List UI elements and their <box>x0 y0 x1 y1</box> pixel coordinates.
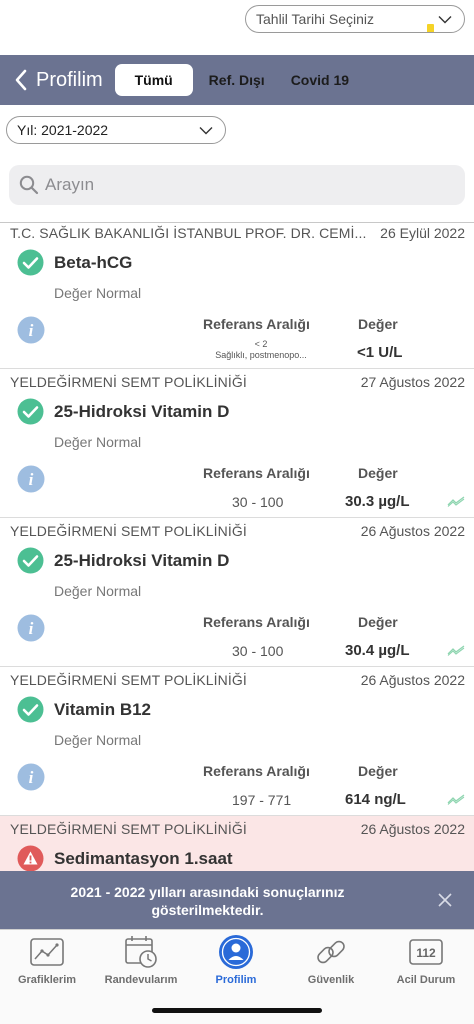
warning-icon <box>17 845 44 872</box>
profile-icon <box>219 935 253 969</box>
reference-range: < 2 Sağlıklı, postmenopo... <box>205 339 317 361</box>
tab-security-label: Güvenlik <box>307 974 355 986</box>
year-select[interactable]: Yıl: 2021-2022 <box>6 116 226 144</box>
test-name: 25-Hidroksi Vitamin D <box>54 402 230 421</box>
trend-chart-icon[interactable] <box>447 495 465 507</box>
reference-range-header: Referans Aralığı <box>203 465 310 481</box>
close-icon[interactable] <box>437 892 453 908</box>
result-date: 26 Ağustos 2022 <box>360 821 465 837</box>
tab-emergency-label: Acil Durum <box>396 974 456 986</box>
results-list: T.C. SAĞLIK BAKANLIĞI İSTANBUL PROF. DR.… <box>0 220 474 965</box>
reference-range-value: 197 - 771 <box>232 792 292 808</box>
search-placeholder: Arayın <box>45 175 95 194</box>
result-card[interactable]: YELDEĞİRMENİ SEMT POLİKLİNİĞİ 27 Ağustos… <box>0 369 474 518</box>
result-value: 30.3 µg/L <box>345 493 410 510</box>
test-name: Vitamin B12 <box>54 700 152 719</box>
institution-name: YELDEĞİRMENİ SEMT POLİKLİNİĞİ <box>10 821 247 837</box>
tab-profile[interactable]: Profilim <box>189 934 283 986</box>
svg-text:i: i <box>29 619 34 638</box>
status-text: Değer Normal <box>54 285 142 301</box>
calendar-clock-icon <box>125 936 157 968</box>
reference-range-header: Referans Aralığı <box>203 316 310 332</box>
test-date-select-value: Tahlil Tarihi Seçiniz <box>256 11 375 27</box>
reference-range-header: Referans Aralığı <box>203 614 310 630</box>
institution-name: T.C. SAĞLIK BAKANLIĞI İSTANBUL PROF. DR.… <box>10 225 367 241</box>
home-indicator <box>152 1008 322 1013</box>
test-name: 25-Hidroksi Vitamin D <box>54 551 230 570</box>
line-chart-icon <box>30 938 64 966</box>
search-input[interactable]: Arayın <box>9 165 465 205</box>
result-card[interactable]: T.C. SAĞLIK BAKANLIĞI İSTANBUL PROF. DR.… <box>0 220 474 369</box>
info-icon[interactable]: i <box>17 614 45 642</box>
link-chain-icon <box>317 940 345 964</box>
result-date: 26 Eylül 2022 <box>380 225 465 241</box>
institution-name: YELDEĞİRMENİ SEMT POLİKLİNİĞİ <box>10 672 247 688</box>
reference-range-value: 30 - 100 <box>232 643 284 659</box>
back-button[interactable]: Profilim <box>14 69 103 92</box>
check-circle-icon <box>17 398 44 425</box>
tab-appointments[interactable]: Randevularım <box>94 934 188 986</box>
check-circle-icon <box>17 249 44 276</box>
status-text: Değer Normal <box>54 583 142 599</box>
segmented-tabs: Tümü Ref. Dışı Covid 19 <box>114 64 359 96</box>
tab-charts[interactable]: Grafiklerim <box>0 934 94 986</box>
value-header: Değer <box>358 614 398 630</box>
result-date: 26 Ağustos 2022 <box>360 523 465 539</box>
chevron-left-icon <box>15 69 27 91</box>
status-text: Değer Normal <box>54 434 142 450</box>
filter-bar: Yıl: 2021-2022 Tahlil Tarihi Seçiniz <box>0 5 474 144</box>
svg-text:i: i <box>29 321 34 340</box>
tab-profile-label: Profilim <box>215 974 257 986</box>
tab-emergency[interactable]: 112 Acil Durum <box>379 934 473 986</box>
result-value: <1 U/L <box>357 344 403 361</box>
test-date-select[interactable]: Tahlil Tarihi Seçiniz <box>245 5 465 33</box>
svg-text:i: i <box>29 470 34 489</box>
result-card[interactable]: YELDEĞİRMENİ SEMT POLİKLİNİĞİ 26 Ağustos… <box>0 667 474 816</box>
result-date: 26 Ağustos 2022 <box>360 672 465 688</box>
tab-appointments-label: Randevularım <box>104 974 178 986</box>
info-toast: 2021 - 2022 yılları arasındaki sonuçları… <box>0 871 474 929</box>
toast-line-2: gösterilmektedir. <box>151 902 264 918</box>
tab-covid[interactable]: Covid 19 <box>281 64 359 96</box>
reference-range-value: < 2 <box>254 339 268 349</box>
trend-chart-icon[interactable] <box>447 793 465 805</box>
trend-chart-icon[interactable] <box>447 644 465 656</box>
chevron-down-icon <box>438 15 452 23</box>
result-card[interactable]: YELDEĞİRMENİ SEMT POLİKLİNİĞİ 26 Ağustos… <box>0 518 474 667</box>
value-header: Değer <box>358 316 398 332</box>
reference-range-value: 30 - 100 <box>232 494 284 510</box>
institution-name: YELDEĞİRMENİ SEMT POLİKLİNİĞİ <box>10 523 247 539</box>
institution-name: YELDEĞİRMENİ SEMT POLİKLİNİĞİ <box>10 374 247 390</box>
reference-range-header: Referans Aralığı <box>203 763 310 779</box>
toast-line-1: 2021 - 2022 yılları arasındaki sonuçları… <box>70 884 345 900</box>
result-value: 30.4 µg/L <box>345 642 410 659</box>
test-name: Sedimantasyon 1.saat <box>54 849 233 868</box>
tab-all[interactable]: Tümü <box>114 64 193 96</box>
check-circle-icon <box>17 696 44 723</box>
tab-charts-label: Grafiklerim <box>17 974 77 986</box>
info-icon[interactable]: i <box>17 316 45 344</box>
year-select-value: Yıl: 2021-2022 <box>17 122 109 138</box>
check-circle-icon <box>17 547 44 574</box>
back-label: Profilim <box>36 68 103 91</box>
chevron-down-icon <box>199 126 213 134</box>
info-icon[interactable]: i <box>17 763 45 791</box>
toast-message: 2021 - 2022 yılları arasındaki sonuçları… <box>0 883 415 919</box>
emergency-112-icon: 112 <box>409 939 443 965</box>
tab-out-of-range[interactable]: Ref. Dışı <box>199 64 275 96</box>
search-icon <box>19 175 39 195</box>
result-date: 27 Ağustos 2022 <box>360 374 465 390</box>
info-icon[interactable]: i <box>17 465 45 493</box>
value-header: Değer <box>358 465 398 481</box>
nav-bar: Profilim Tümü Ref. Dışı Covid 19 <box>0 55 474 105</box>
reference-range-note: Sağlıklı, postmenopo... <box>215 350 307 360</box>
value-header: Değer <box>358 763 398 779</box>
test-name: Beta-hCG <box>54 253 133 272</box>
result-value: 614 ng/L <box>345 791 406 808</box>
status-text: Değer Normal <box>54 732 142 748</box>
emergency-number: 112 <box>416 946 436 960</box>
tab-security[interactable]: Güvenlik <box>284 934 378 986</box>
svg-text:i: i <box>29 768 34 787</box>
